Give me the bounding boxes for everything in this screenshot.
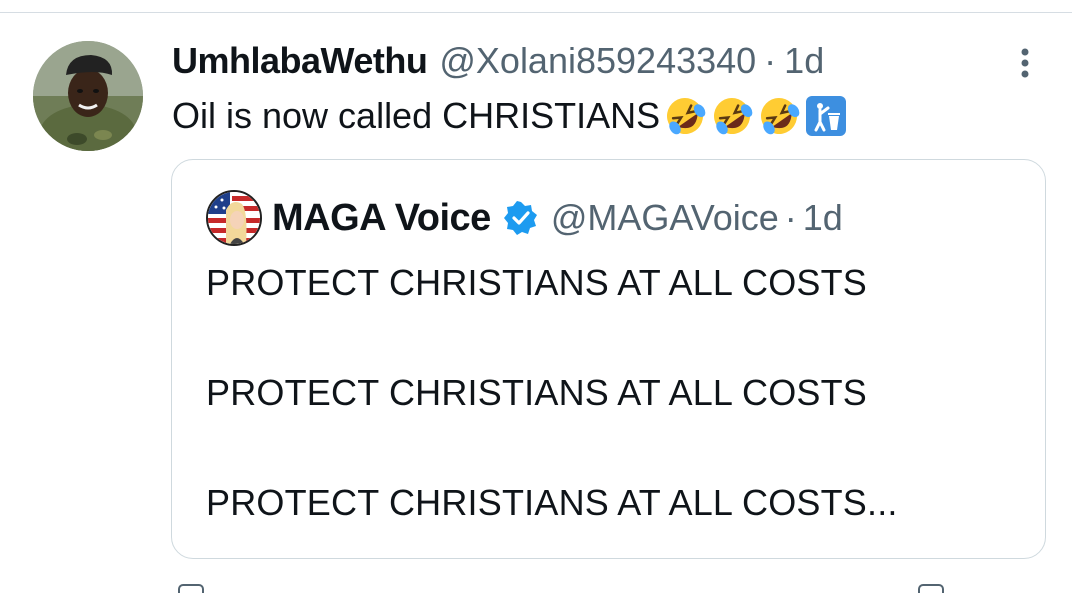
quoted-author-avatar[interactable] [206,190,262,246]
author-avatar[interactable] [33,41,143,151]
tweet-body: Oil is now called CHRISTIANS [172,94,848,138]
quoted-tweet-header: MAGA Voice @MAGAVoice · 1d [272,194,843,242]
quoted-author-handle[interactable]: @MAGAVoice [551,197,779,239]
quoted-text-line: PROTECT CHRISTIANS AT ALL COSTS [206,372,868,413]
quoted-text-line: PROTECT CHRISTIANS AT ALL COSTS [206,262,868,303]
tweet-header: UmhlabaWethu @Xolani859243340 · 1d [172,40,824,82]
rolling-on-floor-laughing-icon [710,94,754,138]
bookmark-icon[interactable] [918,584,944,593]
tweet-timestamp[interactable]: 1d [784,40,824,82]
quoted-text-line: PROTECT CHRISTIANS AT ALL COSTS... [206,482,898,523]
reply-icon[interactable] [178,584,204,593]
top-divider [0,12,1072,13]
author-display-name[interactable]: UmhlabaWethu [172,40,428,82]
quoted-header-separator: · [784,197,797,238]
header-separator: · [764,40,777,81]
tweet-action-row [0,578,1072,593]
more-options-icon[interactable] [1010,46,1040,82]
author-handle[interactable]: @Xolani859243340 [439,40,756,82]
tweet-text: Oil is now called CHRISTIANS [172,95,661,136]
rolling-on-floor-laughing-icon [663,94,707,138]
verified-badge-icon [503,200,539,236]
quoted-author-display-name[interactable]: MAGA Voice [272,197,491,240]
quoted-tweet-card[interactable]: MAGA Voice @MAGAVoice · 1d PROTECT CHRIS… [171,159,1046,559]
rolling-on-floor-laughing-icon [757,94,801,138]
litter-in-bin-icon [804,94,848,138]
quoted-tweet-timestamp[interactable]: 1d [803,197,843,239]
